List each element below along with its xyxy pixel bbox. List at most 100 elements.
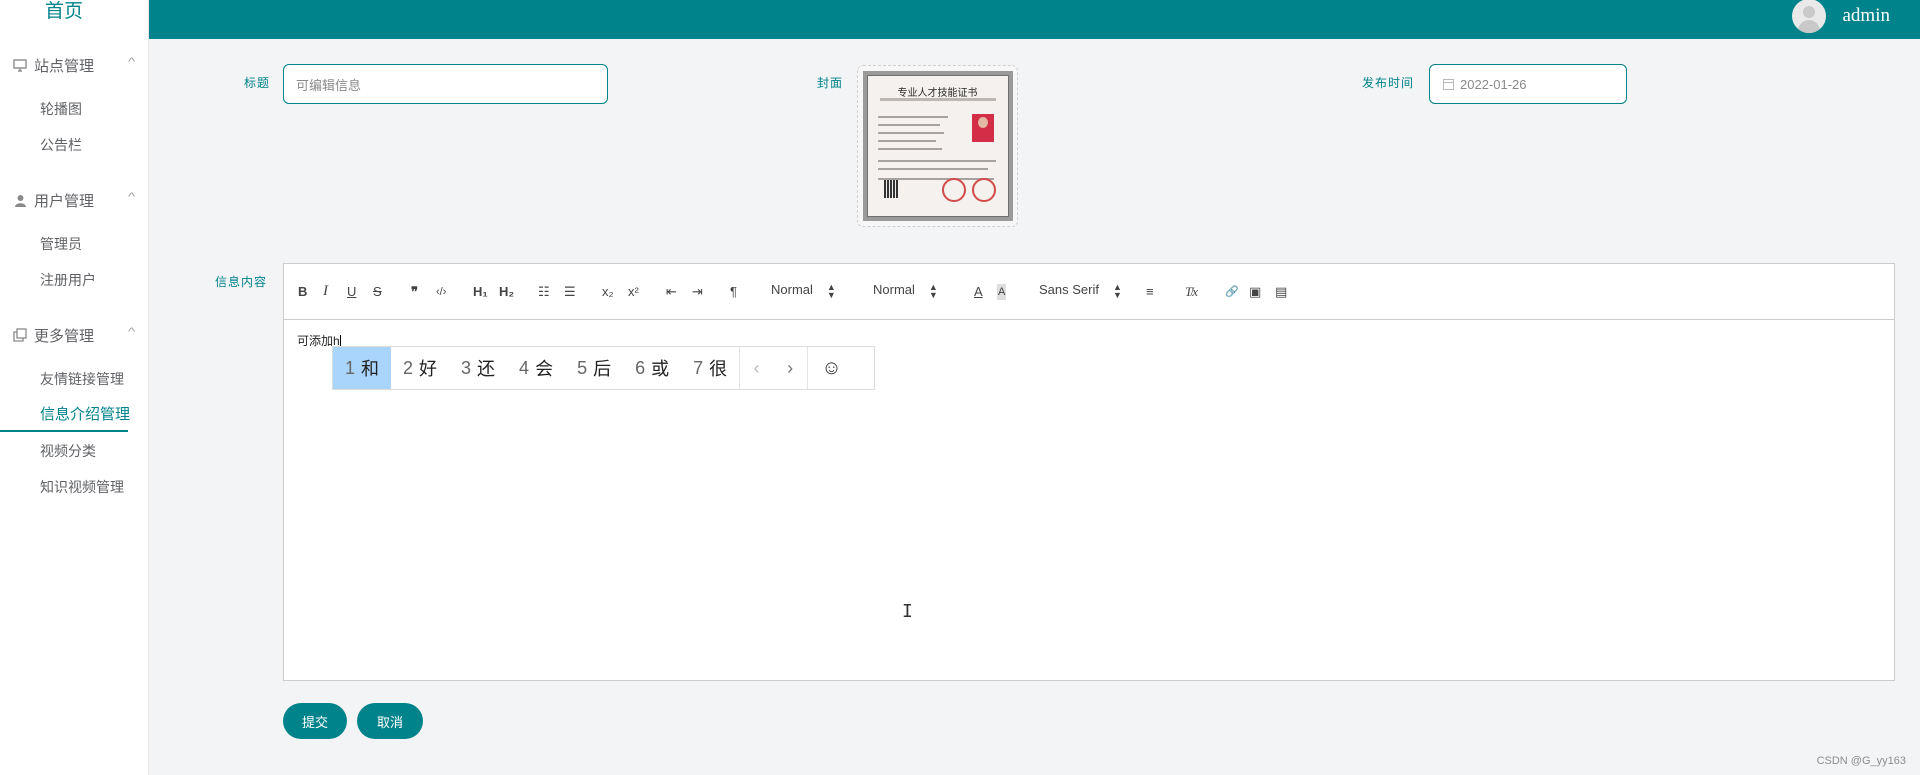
ime-candidate[interactable]: 6或 bbox=[623, 347, 681, 389]
candidate-text: 好 bbox=[419, 359, 438, 379]
ime-candidate[interactable]: 3还 bbox=[449, 347, 507, 389]
user-icon bbox=[12, 192, 28, 208]
candidate-number: 6 bbox=[635, 357, 646, 378]
candidate-text: 会 bbox=[535, 359, 554, 379]
align-button[interactable]: ≡ bbox=[1146, 284, 1154, 300]
calendar-icon bbox=[1443, 78, 1454, 90]
font-picker-label: Sans Serif bbox=[1039, 282, 1099, 297]
header-2-button[interactable]: H₂ bbox=[499, 284, 514, 300]
updown-arrow-icon: ▲ ▼ bbox=[928, 281, 938, 300]
ime-next-page-icon[interactable]: › bbox=[773, 347, 807, 389]
monitor-icon bbox=[12, 57, 28, 73]
font-picker[interactable]: Sans Serif ▲ ▼ bbox=[1039, 282, 1122, 299]
candidate-number: 7 bbox=[693, 357, 704, 378]
text-color-button[interactable]: A bbox=[974, 284, 983, 300]
sidebar-group-more[interactable]: 更多管理 ^ bbox=[12, 323, 136, 347]
candidate-number: 4 bbox=[519, 357, 530, 378]
italic-button[interactable]: I bbox=[323, 283, 328, 299]
candidate-text: 还 bbox=[477, 359, 496, 379]
text-cursor-icon: I bbox=[902, 601, 913, 622]
text-direction-button[interactable]: ¶ bbox=[730, 284, 737, 300]
candidate-number: 3 bbox=[461, 357, 472, 378]
username[interactable]: admin bbox=[1843, 5, 1891, 27]
ime-candidate[interactable]: 1和 bbox=[333, 347, 392, 389]
sidebar-group-label: 更多管理 bbox=[34, 327, 95, 345]
ime-candidate[interactable]: 7很 bbox=[681, 347, 739, 389]
sidebar-item-knowledge-video[interactable]: 知识视频管理 bbox=[40, 477, 124, 497]
sidebar-group-label: 用户管理 bbox=[34, 192, 95, 210]
sidebar-item-registered-users[interactable]: 注册用户 bbox=[40, 270, 96, 290]
updown-arrow-icon: ▲ ▼ bbox=[826, 281, 836, 300]
watermark: CSDN @G_yy163 bbox=[1816, 755, 1906, 767]
sidebar-home[interactable]: 首页 bbox=[0, 0, 128, 24]
indent-button[interactable]: ⇥ bbox=[692, 284, 703, 300]
ime-candidate[interactable]: 5后 bbox=[565, 347, 623, 389]
chevron-up-icon: ^ bbox=[127, 56, 136, 68]
superscript-button[interactable]: x² bbox=[628, 284, 639, 300]
title-placeholder: 可编辑信息 bbox=[296, 77, 362, 93]
copy-icon bbox=[12, 327, 28, 343]
content-label: 信息内容 bbox=[215, 275, 268, 289]
clean-format-button[interactable]: T̸x bbox=[1185, 284, 1198, 300]
bold-button[interactable]: B bbox=[298, 284, 307, 300]
title-label: 标题 bbox=[244, 76, 271, 90]
candidate-text: 后 bbox=[593, 359, 612, 379]
ime-candidate-bar: 1和 2好 3还 4会 5后 6或 7很 ‹ › ☺ bbox=[332, 346, 875, 390]
emoji-icon[interactable]: ☺ bbox=[807, 347, 855, 389]
rich-text-editor: B I U S ❞ ‹/› H₁ H₂ ☷ ☰ x₂ x² ⇤ ⇥ ¶ Norm… bbox=[283, 263, 1895, 681]
sidebar-group-label: 站点管理 bbox=[34, 57, 95, 75]
active-indicator bbox=[0, 430, 128, 432]
date-value: 2022-01-26 bbox=[1460, 76, 1527, 92]
code-block-button[interactable]: ‹/› bbox=[436, 284, 446, 300]
image-button[interactable]: ▣ bbox=[1249, 284, 1261, 300]
user-avatar-icon[interactable] bbox=[1791, 0, 1826, 33]
ordered-list-button[interactable]: ☷ bbox=[538, 284, 550, 300]
sidebar-item-admins[interactable]: 管理员 bbox=[40, 234, 82, 254]
sidebar-item-info-intro[interactable]: 信息介绍管理 bbox=[40, 405, 130, 425]
underline-button[interactable]: U bbox=[347, 284, 356, 300]
user-menu[interactable]: admin bbox=[1791, 0, 1891, 33]
cover-label: 封面 bbox=[817, 76, 844, 90]
ime-candidate[interactable]: 4会 bbox=[507, 347, 565, 389]
candidate-number: 1 bbox=[345, 357, 356, 378]
ime-candidate[interactable]: 2好 bbox=[391, 347, 449, 389]
blockquote-button[interactable]: ❞ bbox=[411, 284, 418, 300]
header-picker-label: Normal bbox=[873, 282, 915, 297]
sidebar-item-carousel[interactable]: 轮播图 bbox=[40, 99, 82, 119]
sidebar-item-friend-links[interactable]: 友情链接管理 bbox=[40, 369, 124, 389]
top-bar: admin bbox=[149, 0, 1920, 39]
bullet-list-button[interactable]: ☰ bbox=[564, 284, 576, 300]
candidate-text: 和 bbox=[361, 359, 380, 379]
date-picker[interactable]: 2022-01-26 bbox=[1429, 64, 1627, 104]
header-1-button[interactable]: H₁ bbox=[473, 284, 488, 300]
updown-arrow-icon: ▲ ▼ bbox=[1112, 281, 1122, 300]
chevron-up-icon: ^ bbox=[127, 191, 136, 203]
editor-toolbar: B I U S ❞ ‹/› H₁ H₂ ☷ ☰ x₂ x² ⇤ ⇥ ¶ Norm… bbox=[284, 264, 1894, 320]
link-button[interactable]: 🔗 bbox=[1225, 284, 1239, 300]
sidebar-item-notice[interactable]: 公告栏 bbox=[40, 135, 82, 155]
chevron-up-icon: ^ bbox=[127, 326, 136, 338]
cancel-button[interactable]: 取消 bbox=[357, 703, 423, 739]
candidate-number: 5 bbox=[577, 357, 588, 378]
sidebar-item-video-category[interactable]: 视频分类 bbox=[40, 441, 96, 461]
submit-button[interactable]: 提交 bbox=[283, 703, 347, 739]
size-picker-label: Normal bbox=[771, 282, 813, 297]
title-input[interactable]: 可编辑信息 bbox=[283, 64, 608, 104]
sidebar: 首页 站点管理 ^ 轮播图 公告栏 用户管理 ^ 管理员 注册用户 更多管理 ^… bbox=[0, 0, 149, 775]
strike-button[interactable]: S bbox=[373, 284, 382, 300]
date-label: 发布时间 bbox=[1362, 76, 1415, 90]
cover-uploader[interactable]: 专业人才技能证书 bbox=[857, 65, 1018, 227]
cover-image-title: 专业人才技能证书 bbox=[897, 88, 978, 99]
candidate-text: 很 bbox=[709, 359, 728, 379]
header-picker[interactable]: Normal ▲ ▼ bbox=[873, 282, 938, 299]
background-color-button[interactable]: A bbox=[997, 284, 1007, 300]
size-picker[interactable]: Normal ▲ ▼ bbox=[771, 282, 836, 299]
subscript-button[interactable]: x₂ bbox=[602, 284, 614, 300]
sidebar-group-site[interactable]: 站点管理 ^ bbox=[12, 53, 136, 77]
candidate-text: 或 bbox=[651, 359, 670, 379]
candidate-number: 2 bbox=[403, 357, 414, 378]
sidebar-group-users[interactable]: 用户管理 ^ bbox=[12, 188, 136, 212]
ime-prev-page-icon[interactable]: ‹ bbox=[739, 347, 773, 389]
outdent-button[interactable]: ⇤ bbox=[666, 284, 677, 300]
video-button[interactable]: ▤ bbox=[1275, 284, 1287, 300]
